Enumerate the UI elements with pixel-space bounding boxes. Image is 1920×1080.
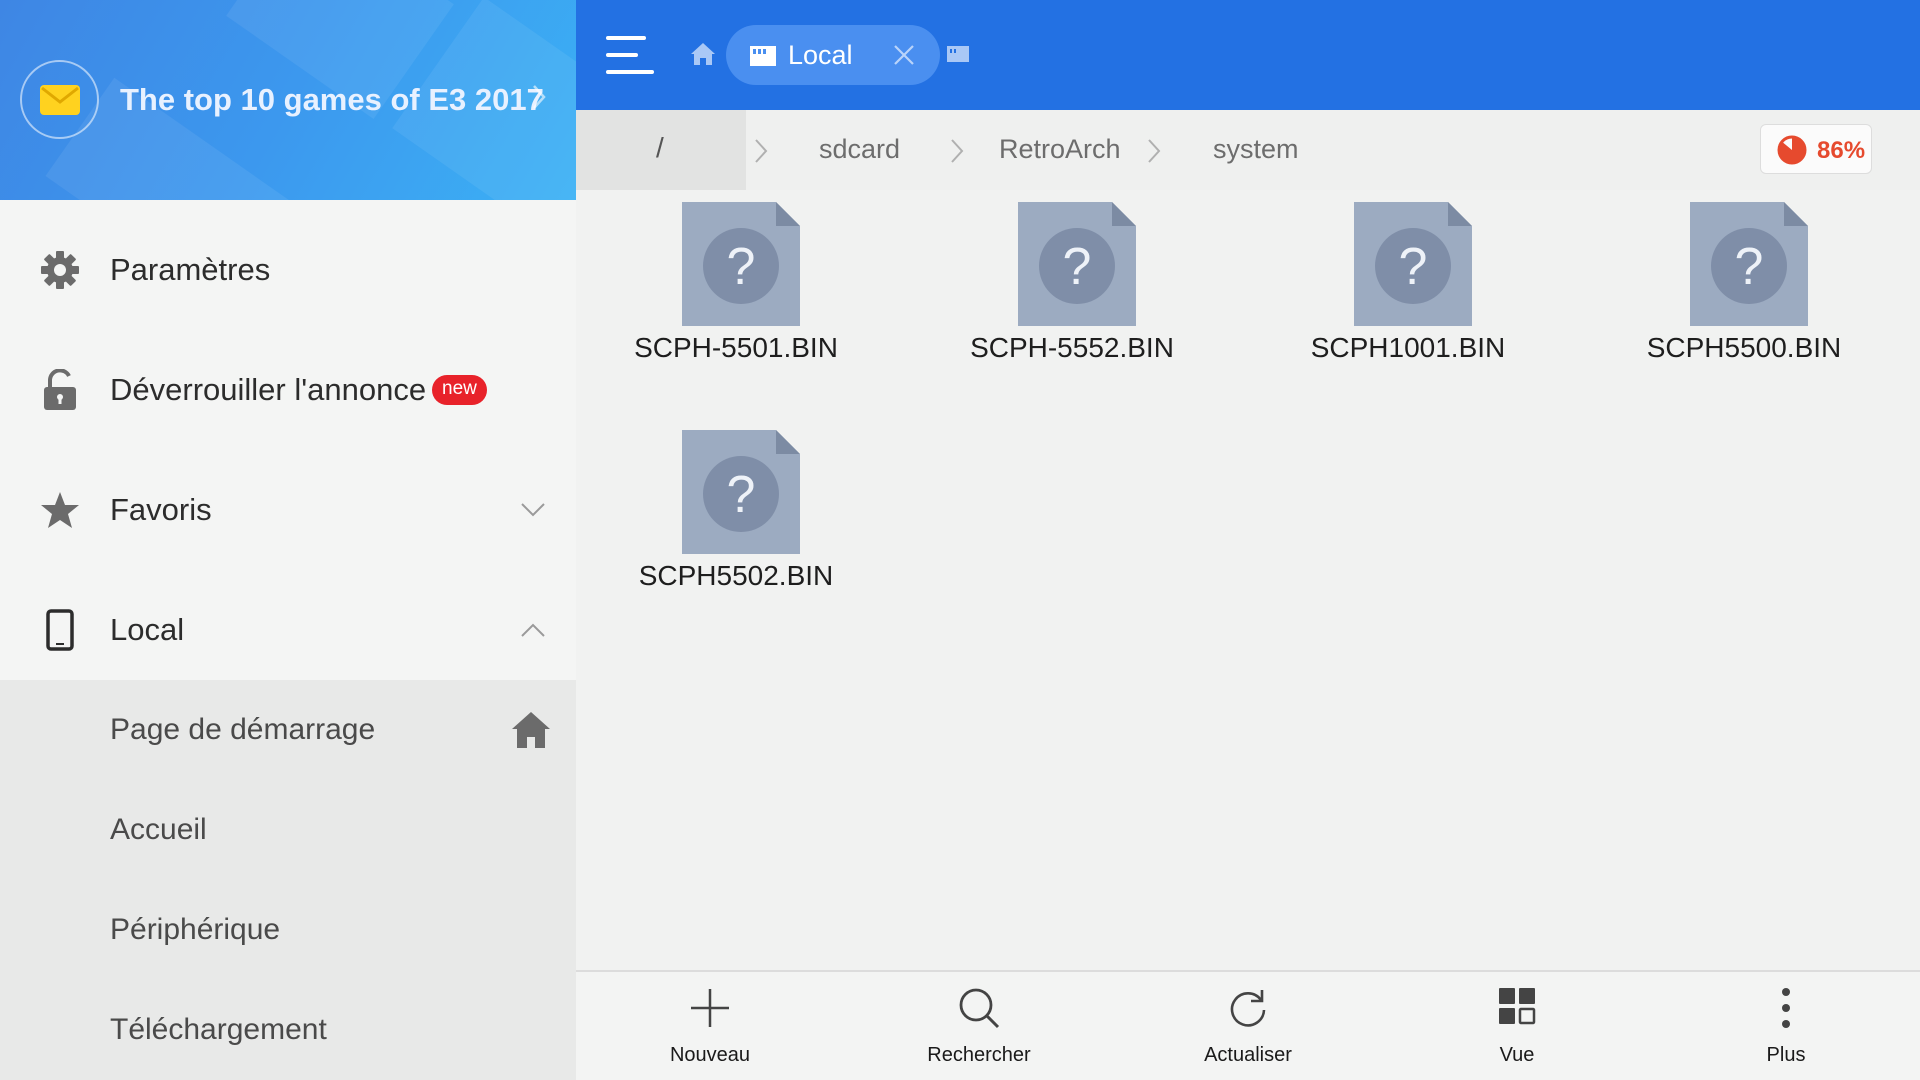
refresh-icon [1230,990,1266,1027]
search-icon [959,988,1000,1029]
view-label: Vue [1499,1044,1535,1066]
plus-icon [691,989,729,1027]
sidebar-item-start-page[interactable]: Page de démarrage [0,680,576,780]
svg-text:?: ? [727,238,756,296]
menu-item-favorites[interactable]: Favoris [0,450,576,570]
unlock-icon [40,369,80,410]
more-label: Plus [1766,1044,1806,1066]
close-icon[interactable] [892,43,916,67]
search-label: Rechercher [927,1044,1031,1066]
promo-banner[interactable]: The top 10 games of E3 2017 [0,0,576,200]
menu-item-label: Déverrouiller l'annonce [110,372,427,407]
tab-label: Local [788,40,853,70]
menu-item-unlock-ad[interactable]: Déverrouiller l'annonce new [0,330,576,450]
home-icon[interactable] [510,710,552,750]
breadcrumb-root[interactable]: / [576,110,746,190]
file-name: SCPH-5501.BIN [634,332,838,363]
svg-text:?: ? [1735,238,1764,296]
more-button[interactable]: Plus [1652,972,1920,1080]
gear-icon [40,250,80,290]
sidebar-item-home[interactable]: Accueil [0,780,576,880]
grid-view-icon [1499,988,1536,1025]
new-badge: new [432,375,487,405]
unknown-file-icon: ? [1018,202,1136,326]
file-item[interactable]: ? SCPH5500.BIN [1584,190,1904,370]
menu-item-label: Paramètres [110,252,271,287]
new-button[interactable]: Nouveau [576,972,844,1080]
home-icon[interactable] [690,42,716,66]
chevron-right-icon [1148,139,1161,163]
sub-item-label: Téléchargement [110,1013,327,1046]
file-item[interactable]: ? SCPH5502.BIN [576,418,896,598]
file-item[interactable]: ? SCPH-5501.BIN [576,190,896,370]
refresh-label: Actualiser [1204,1044,1292,1066]
file-grid: ? SCPH-5501.BIN? SCPH-5552.BIN? SCPH1001.BI… [576,190,1920,970]
more-vertical-icon [1782,988,1790,1028]
svg-text:?: ? [1063,238,1092,296]
chevron-right-icon [951,139,964,163]
local-submenu: Page de démarrage Accueil Périphérique T… [0,680,576,1080]
menu-item-local[interactable]: Local [0,570,576,690]
chevron-right-icon [755,139,768,163]
file-name: SCPH-5552.BIN [970,332,1174,363]
sub-item-label: Page de démarrage [110,713,376,746]
top-app-bar: Local [576,0,1920,110]
breadcrumb: / sdcard RetroArch system 86% [576,110,1920,190]
svg-text:?: ? [727,466,756,524]
file-name: SCPH1001.BIN [1310,332,1506,363]
view-button[interactable]: Vue [1383,972,1651,1080]
breadcrumb-system[interactable]: system [1213,134,1299,165]
phone-icon [40,609,80,651]
menu-item-settings[interactable]: Paramètres [0,210,576,330]
file-name: SCPH5500.BIN [1646,332,1842,363]
sub-item-label: Accueil [110,813,207,846]
unknown-file-icon: ? [682,430,800,554]
file-name: SCPH5502.BIN [638,560,834,591]
unknown-file-icon: ? [1690,202,1808,326]
bottom-toolbar: Nouveau Rechercher Actualiser Vue Plus [576,970,1920,1080]
menu-item-label: Favoris [110,492,212,527]
navigation-drawer: The top 10 games of E3 2017 Paramètres D… [0,0,576,1080]
sd-card-icon [750,46,776,66]
unknown-file-icon: ? [682,202,800,326]
menu-item-label: Local [110,612,185,647]
chevron-right-icon [533,85,546,109]
sidebar-item-device[interactable]: Périphérique [0,880,576,980]
svg-text:?: ? [1399,238,1428,296]
sidebar-item-download[interactable]: Téléchargement [0,980,576,1080]
breadcrumb-sdcard[interactable]: sdcard [819,134,900,165]
refresh-button[interactable]: Actualiser [1114,972,1382,1080]
file-item[interactable]: ? SCPH-5552.BIN [912,190,1232,370]
promo-title: The top 10 games of E3 2017 [120,82,544,117]
chevron-down-icon[interactable] [520,502,546,518]
chevron-up-icon[interactable] [520,622,546,638]
pie-chart-icon [1777,135,1807,165]
tab-local[interactable]: Local [726,25,940,85]
search-button[interactable]: Rechercher [845,972,1113,1080]
sub-item-label: Périphérique [110,913,281,946]
breadcrumb-retroarch[interactable]: RetroArch [999,134,1121,165]
new-label: Nouveau [669,1044,751,1066]
storage-percent: 86% [1817,137,1866,164]
star-icon [40,490,80,530]
unknown-file-icon: ? [1354,202,1472,326]
mail-icon [20,60,99,139]
file-item[interactable]: ? SCPH1001.BIN [1248,190,1568,370]
hamburger-menu-icon[interactable] [606,34,654,76]
storage-usage-badge[interactable]: 86% [1760,124,1872,174]
new-tab-icon[interactable] [946,45,970,63]
